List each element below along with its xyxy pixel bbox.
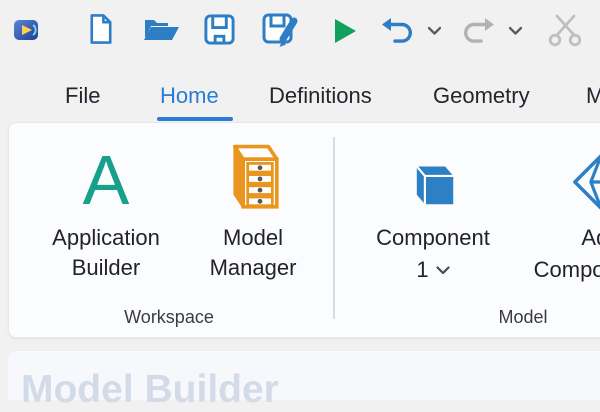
button-label: Manager <box>210 253 297 283</box>
tab-file[interactable]: File <box>65 83 100 109</box>
tab-materials[interactable]: Materials <box>586 83 600 109</box>
model-manager-button[interactable]: Model Manager <box>183 135 323 325</box>
group-label-workspace: Workspace <box>69 307 269 328</box>
model-builder-panel: Model Builder <box>8 350 600 400</box>
open-file-icon[interactable] <box>142 14 181 46</box>
tab-geometry[interactable]: Geometry <box>433 83 530 109</box>
add-component-icon <box>572 135 600 211</box>
new-file-icon[interactable] <box>84 12 117 46</box>
application-builder-icon: A <box>83 135 130 211</box>
dropdown-chevron-icon <box>436 253 450 283</box>
tab-definitions[interactable]: Definitions <box>269 83 372 109</box>
button-label: Model <box>210 223 297 253</box>
button-label: 1 <box>416 257 428 282</box>
button-label: Add <box>534 223 600 253</box>
component-1-button[interactable]: Component 1 <box>363 135 503 325</box>
button-label: Builder <box>52 253 160 283</box>
save-as-icon[interactable] <box>261 12 300 49</box>
button-label: Application <box>52 223 160 253</box>
cut-icon[interactable] <box>547 13 585 48</box>
ribbon-home-panel: A Application Builder Model <box>8 122 600 338</box>
redo-dropdown-chevron-icon[interactable] <box>508 26 523 36</box>
redo-icon[interactable] <box>459 15 495 47</box>
application-builder-button[interactable]: A Application Builder <box>36 135 176 325</box>
button-label: Component <box>534 257 600 282</box>
save-icon[interactable] <box>203 13 236 46</box>
app-logo-icon[interactable] <box>13 17 39 43</box>
active-tab-underline <box>157 117 233 121</box>
quick-access-toolbar <box>0 0 600 72</box>
run-icon[interactable] <box>333 18 357 44</box>
tab-home[interactable]: Home <box>160 83 219 109</box>
model-builder-title: Model Builder <box>21 368 279 412</box>
ribbon-tab-bar: File Home Definitions Geometry Materials <box>0 72 600 122</box>
undo-dropdown-chevron-icon[interactable] <box>427 26 442 36</box>
ribbon-group-divider <box>333 137 335 319</box>
group-label-model: Model <box>423 307 600 328</box>
add-component-button[interactable]: Add Component <box>531 135 600 325</box>
undo-icon[interactable] <box>381 15 417 47</box>
model-manager-icon <box>225 135 281 211</box>
component-icon <box>406 135 460 211</box>
button-label: Component <box>376 223 490 253</box>
